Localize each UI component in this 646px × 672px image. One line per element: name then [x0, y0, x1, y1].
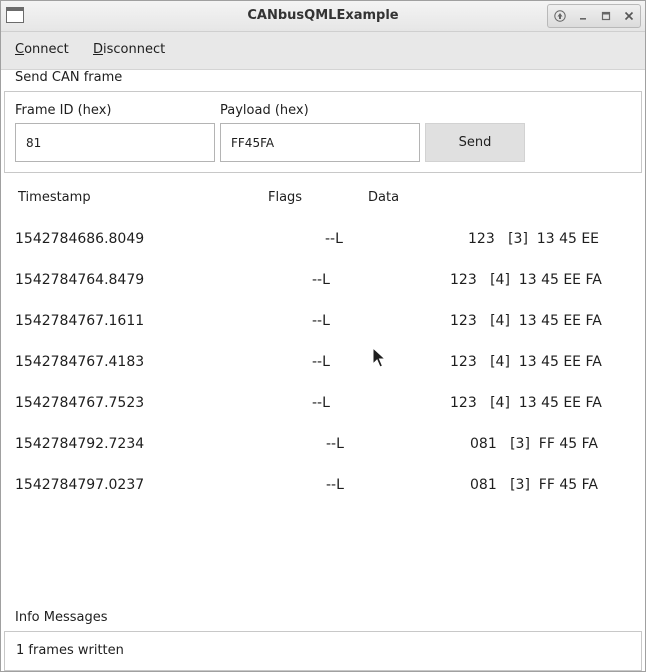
row-data: 123 [4] 13 45 EE FA [450, 395, 602, 411]
table-row[interactable]: 1542784797.0237 --L 081 [3] FF 45 FA [1, 477, 645, 518]
row-data: 123 [3] 13 45 EE [468, 231, 600, 247]
minimize-icon[interactable] [574, 7, 592, 25]
row-data: 081 [3] FF 45 FA [470, 436, 598, 452]
column-header-data: Data [368, 190, 400, 205]
table-row[interactable]: 1542784767.1611 --L 123 [4] 13 45 EE FA [1, 313, 645, 354]
menu-disconnect-label: isconnect [103, 42, 166, 57]
row-data: 123 [4] 13 45 EE FA [450, 354, 602, 370]
row-flags: --L [326, 477, 344, 493]
close-icon[interactable] [620, 7, 638, 25]
title-bar[interactable]: CANbusQMLExample [1, 1, 645, 32]
menu-connect[interactable]: Connect [15, 42, 69, 57]
app-window: CANbusQMLExample Connect Disconnect Send… [0, 0, 646, 672]
row-flags: --L [312, 272, 330, 288]
table-row[interactable]: 1542784767.4183 --L 123 [4] 13 45 EE FA [1, 354, 645, 395]
row-timestamp: 1542784767.4183 [15, 354, 145, 370]
row-timestamp: 1542784792.7234 [15, 436, 145, 452]
row-timestamp: 1542784797.0237 [15, 477, 145, 493]
arrow-up-icon[interactable] [551, 7, 569, 25]
row-flags: --L [312, 313, 330, 329]
menu-bar: Connect Disconnect [1, 32, 645, 70]
row-data: 123 [4] 13 45 EE FA [450, 313, 602, 329]
table-row[interactable]: 1542784792.7234 --L 081 [3] FF 45 FA [1, 436, 645, 477]
info-messages-box[interactable]: 1 frames written [4, 631, 642, 671]
payload-input[interactable] [220, 123, 420, 162]
row-flags: --L [312, 395, 330, 411]
row-data: 081 [3] FF 45 FA [470, 477, 598, 493]
row-data: 123 [4] 13 45 EE FA [450, 272, 602, 288]
row-flags: --L [326, 436, 344, 452]
frame-id-input[interactable] [15, 123, 215, 162]
table-row[interactable]: 1542784767.7523 --L 123 [4] 13 45 EE FA [1, 395, 645, 436]
info-messages-label: Info Messages [15, 610, 108, 625]
column-header-flags: Flags [268, 190, 303, 205]
payload-label: Payload (hex) [220, 103, 309, 118]
info-message: 1 frames written [16, 643, 124, 658]
send-button[interactable]: Send [425, 123, 525, 162]
table-row[interactable]: 1542784686.8049 --L 123 [3] 13 45 EE [1, 231, 645, 272]
menu-connect-label: onnect [24, 42, 69, 57]
send-group-label: Send CAN frame [15, 70, 123, 85]
table-row[interactable]: 1542784764.8479 --L 123 [4] 13 45 EE FA [1, 272, 645, 313]
row-flags: --L [325, 231, 343, 247]
menu-connect-mnemonic: C [15, 42, 25, 57]
menu-disconnect-mnemonic: D [93, 42, 104, 57]
row-timestamp: 1542784767.7523 [15, 395, 145, 411]
mouse-pointer-icon [372, 347, 386, 368]
frame-id-label: Frame ID (hex) [15, 103, 112, 118]
menu-disconnect[interactable]: Disconnect [93, 42, 165, 57]
row-flags: --L [312, 354, 330, 370]
row-timestamp: 1542784764.8479 [15, 272, 145, 288]
row-timestamp: 1542784767.1611 [15, 313, 145, 329]
window-controls [547, 4, 641, 28]
maximize-icon[interactable] [597, 7, 615, 25]
row-timestamp: 1542784686.8049 [15, 231, 145, 247]
column-header-timestamp: Timestamp [18, 190, 91, 205]
